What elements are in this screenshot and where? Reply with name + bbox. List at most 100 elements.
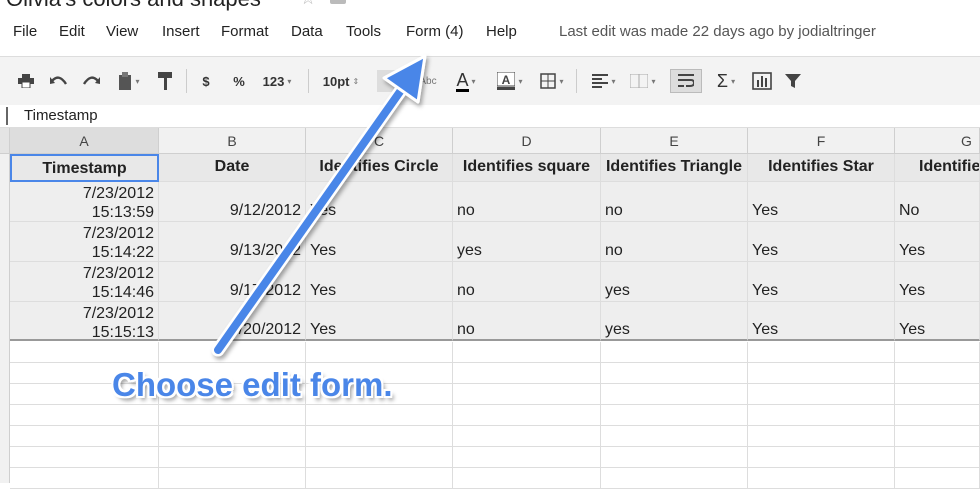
empty-cell[interactable] — [10, 342, 159, 363]
empty-cell[interactable] — [601, 342, 748, 363]
menu-view[interactable]: View — [106, 23, 138, 40]
empty-cell[interactable] — [895, 447, 980, 468]
empty-cell[interactable] — [453, 447, 601, 468]
empty-cell[interactable] — [306, 468, 453, 489]
empty-cell[interactable] — [10, 447, 159, 468]
select-all-corner[interactable] — [0, 128, 10, 154]
header-cell-circle[interactable]: Identifies Circle — [306, 154, 453, 182]
last-edit-link[interactable]: Last edit was made 22 days ago by jodial… — [559, 23, 876, 40]
empty-cell[interactable] — [895, 468, 980, 489]
menu-help[interactable]: Help — [486, 23, 517, 40]
empty-cell[interactable] — [601, 405, 748, 426]
document-title[interactable]: Olivia's colors and shapes — [6, 0, 261, 12]
triangle-cell[interactable]: yes — [601, 302, 748, 341]
g-cell[interactable]: Yes — [895, 302, 980, 341]
empty-cell[interactable] — [601, 426, 748, 447]
square-cell[interactable]: no — [453, 302, 601, 341]
empty-cell[interactable] — [10, 468, 159, 489]
menu-tools[interactable]: Tools — [346, 23, 381, 40]
empty-cell[interactable] — [306, 405, 453, 426]
menu-insert[interactable]: Insert — [162, 23, 200, 40]
text-color-dropdown[interactable]: A ▾ — [446, 69, 486, 93]
print-icon[interactable] — [16, 69, 36, 93]
empty-cell[interactable] — [601, 447, 748, 468]
strikethrough-button[interactable]: Abc — [416, 69, 440, 93]
empty-cell[interactable] — [453, 405, 601, 426]
bold-button[interactable] — [372, 69, 412, 93]
date-cell[interactable]: 9/20/2012 — [159, 302, 306, 341]
menu-format[interactable]: Format — [221, 23, 269, 40]
g-cell[interactable]: No — [895, 182, 980, 222]
g-cell[interactable]: Yes — [895, 222, 980, 262]
square-cell[interactable]: yes — [453, 222, 601, 262]
wrap-text-button[interactable] — [670, 69, 702, 93]
empty-cell[interactable] — [10, 426, 159, 447]
star-cell[interactable]: Yes — [748, 182, 895, 222]
column-header-d[interactable]: D — [453, 128, 601, 154]
insert-chart-icon[interactable] — [748, 69, 776, 93]
empty-cell[interactable] — [748, 384, 895, 405]
column-header-a[interactable]: A — [10, 128, 159, 154]
timestamp-cell[interactable]: 7/23/2012 15:15:13 — [10, 302, 159, 341]
empty-cell[interactable] — [306, 426, 453, 447]
star-cell[interactable]: Yes — [748, 302, 895, 341]
circle-cell[interactable]: Yes — [306, 222, 453, 262]
font-size-dropdown[interactable]: 10pt ⇕ — [318, 69, 364, 93]
circle-cell[interactable]: Yes — [306, 302, 453, 341]
formula-bar[interactable]: Timestamp — [0, 105, 980, 128]
empty-cell[interactable] — [453, 342, 601, 363]
empty-cell[interactable] — [601, 468, 748, 489]
paint-format-icon[interactable] — [154, 69, 176, 93]
empty-cell[interactable] — [10, 405, 159, 426]
empty-cell[interactable] — [748, 405, 895, 426]
column-header-g[interactable]: G — [895, 128, 980, 154]
header-cell-g[interactable]: Identifie — [895, 154, 980, 182]
redo-icon[interactable] — [80, 69, 102, 93]
triangle-cell[interactable]: no — [601, 182, 748, 222]
formula-input[interactable]: Timestamp — [24, 107, 98, 124]
paste-icon[interactable]: ▾ — [112, 69, 146, 93]
empty-cell[interactable] — [159, 342, 306, 363]
menu-edit[interactable]: Edit — [59, 23, 85, 40]
square-cell[interactable]: no — [453, 262, 601, 302]
menu-form[interactable]: Form (4) — [406, 23, 464, 40]
empty-cell[interactable] — [748, 363, 895, 384]
empty-cell[interactable] — [748, 468, 895, 489]
empty-cell[interactable] — [895, 405, 980, 426]
column-header-f[interactable]: F — [748, 128, 895, 154]
folder-icon[interactable] — [330, 0, 346, 4]
header-cell-timestamp[interactable]: Timestamp — [10, 154, 159, 182]
empty-cell[interactable] — [453, 384, 601, 405]
circle-cell[interactable]: Yes — [306, 182, 453, 222]
align-dropdown[interactable]: ▾ — [586, 69, 622, 93]
date-cell[interactable]: 9/17/2012 — [159, 262, 306, 302]
header-cell-square[interactable]: Identifies square — [453, 154, 601, 182]
empty-cell[interactable] — [159, 468, 306, 489]
empty-cell[interactable] — [895, 342, 980, 363]
circle-cell[interactable]: Yes — [306, 262, 453, 302]
empty-cell[interactable] — [159, 447, 306, 468]
functions-dropdown[interactable]: Σ ▾ — [708, 69, 744, 93]
timestamp-cell[interactable]: 7/23/2012 15:13:59 — [10, 182, 159, 222]
percent-format-button[interactable]: % — [230, 69, 248, 93]
empty-cell[interactable] — [453, 426, 601, 447]
empty-cell[interactable] — [748, 447, 895, 468]
star-cell[interactable]: Yes — [748, 222, 895, 262]
empty-cell[interactable] — [159, 426, 306, 447]
empty-cell[interactable] — [453, 363, 601, 384]
empty-cell[interactable] — [601, 363, 748, 384]
empty-cell[interactable] — [306, 342, 453, 363]
empty-cell[interactable] — [748, 426, 895, 447]
menu-data[interactable]: Data — [291, 23, 323, 40]
merge-cells-dropdown[interactable]: ▾ — [626, 69, 660, 93]
column-header-c[interactable]: C — [306, 128, 453, 154]
triangle-cell[interactable]: no — [601, 222, 748, 262]
currency-format-button[interactable]: $ — [198, 69, 214, 93]
square-cell[interactable]: no — [453, 182, 601, 222]
column-header-b[interactable]: B — [159, 128, 306, 154]
empty-cell[interactable] — [895, 363, 980, 384]
empty-cell[interactable] — [306, 447, 453, 468]
date-cell[interactable]: 9/13/2012 — [159, 222, 306, 262]
column-header-e[interactable]: E — [601, 128, 748, 154]
empty-cell[interactable] — [895, 384, 980, 405]
